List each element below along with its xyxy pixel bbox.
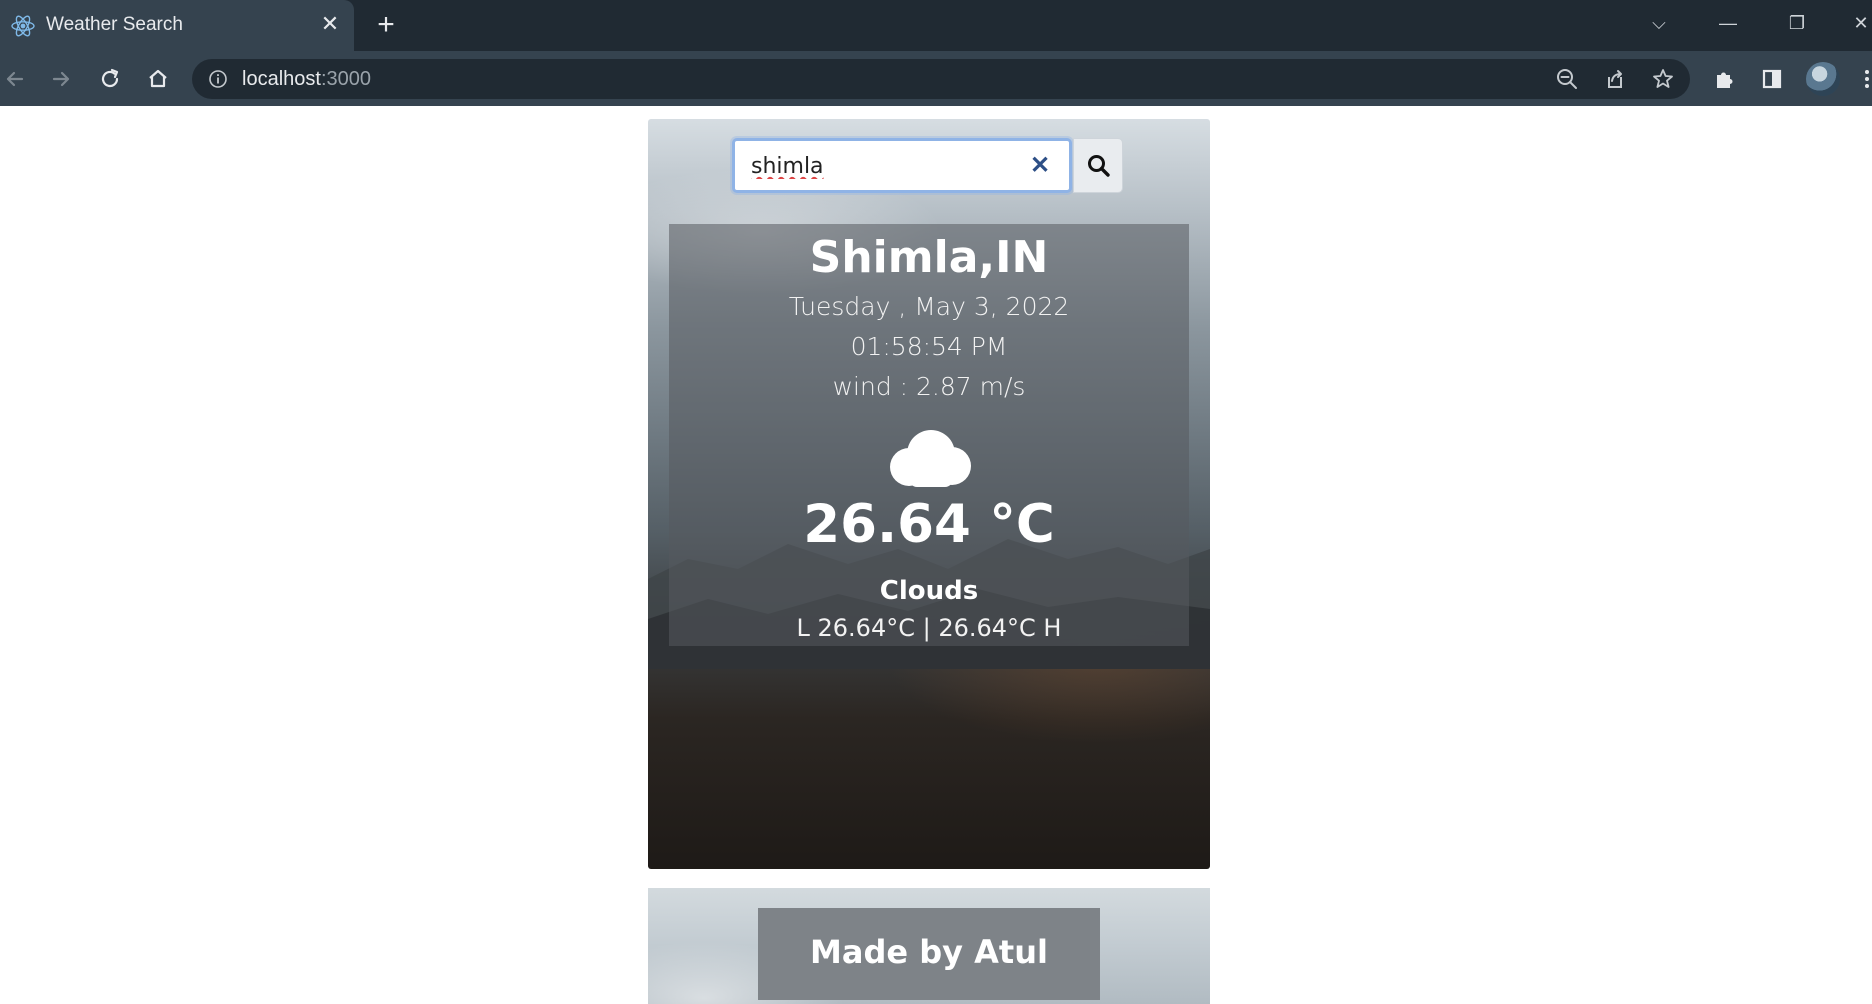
search-icon	[1088, 155, 1110, 177]
weather-info-panel: Shimla,IN Tuesday , May 3, 2022 01:58:54…	[669, 224, 1189, 646]
side-panel-icon[interactable]	[1757, 64, 1787, 94]
reload-icon[interactable]	[95, 64, 125, 94]
new-tab-icon[interactable]: +	[372, 10, 400, 40]
search-button[interactable]	[1073, 138, 1123, 193]
weather-condition: Clouds	[879, 576, 979, 606]
restore-icon[interactable]: ❐	[1782, 10, 1812, 36]
tab-close-icon[interactable]: ✕	[318, 12, 342, 36]
url-text: localhost:3000	[242, 68, 371, 91]
back-icon[interactable]	[0, 64, 30, 94]
footer: Made by Atul Taneja	[648, 888, 1210, 1004]
tab-title: Weather Search	[46, 14, 183, 35]
search-field-wrapper[interactable]: ✕	[732, 138, 1072, 193]
forward-icon[interactable]	[46, 64, 76, 94]
close-window-icon[interactable]: ✕	[1846, 10, 1872, 36]
zoom-icon[interactable]	[1552, 64, 1582, 94]
city-name: Shimla,IN	[809, 232, 1049, 283]
credit-text: Made by Atul Taneja	[758, 908, 1100, 1000]
tab-search-icon[interactable]: ⌵	[1644, 10, 1674, 36]
profile-avatar[interactable]	[1806, 62, 1840, 96]
date-text: Tuesday , May 3, 2022	[788, 292, 1070, 321]
min-max-temperature: L 26.64°C | 26.64°C H	[796, 614, 1062, 642]
wind-text: wind : 2.87 m/s	[832, 372, 1026, 401]
browser-tabbar: Weather Search ✕ + ⌵ — ❐ ✕	[0, 0, 1872, 51]
weather-card: ✕ Shimla,IN Tuesday , May 3, 2022 01:58:…	[648, 119, 1210, 869]
search-input[interactable]	[751, 151, 1001, 181]
bookmark-star-icon[interactable]	[1648, 64, 1678, 94]
time-text: 01:58:54 PM	[850, 332, 1008, 361]
temperature: 26.64 °C	[803, 494, 1055, 555]
menu-icon[interactable]	[1852, 64, 1872, 94]
site-info-icon[interactable]	[208, 69, 228, 89]
home-icon[interactable]	[143, 64, 173, 94]
cloud-icon	[890, 430, 971, 487]
extensions-icon[interactable]	[1709, 64, 1739, 94]
browser-tab[interactable]: Weather Search ✕	[0, 0, 354, 51]
address-bar[interactable]: localhost:3000	[192, 59, 1690, 99]
share-icon[interactable]	[1600, 64, 1630, 94]
minimize-icon[interactable]: —	[1713, 10, 1743, 36]
clear-icon[interactable]: ✕	[1027, 153, 1053, 179]
url-host: localhost	[242, 68, 321, 90]
url-port: :3000	[320, 68, 371, 90]
react-icon	[11, 15, 35, 37]
browser-toolbar: localhost:3000	[0, 51, 1872, 106]
